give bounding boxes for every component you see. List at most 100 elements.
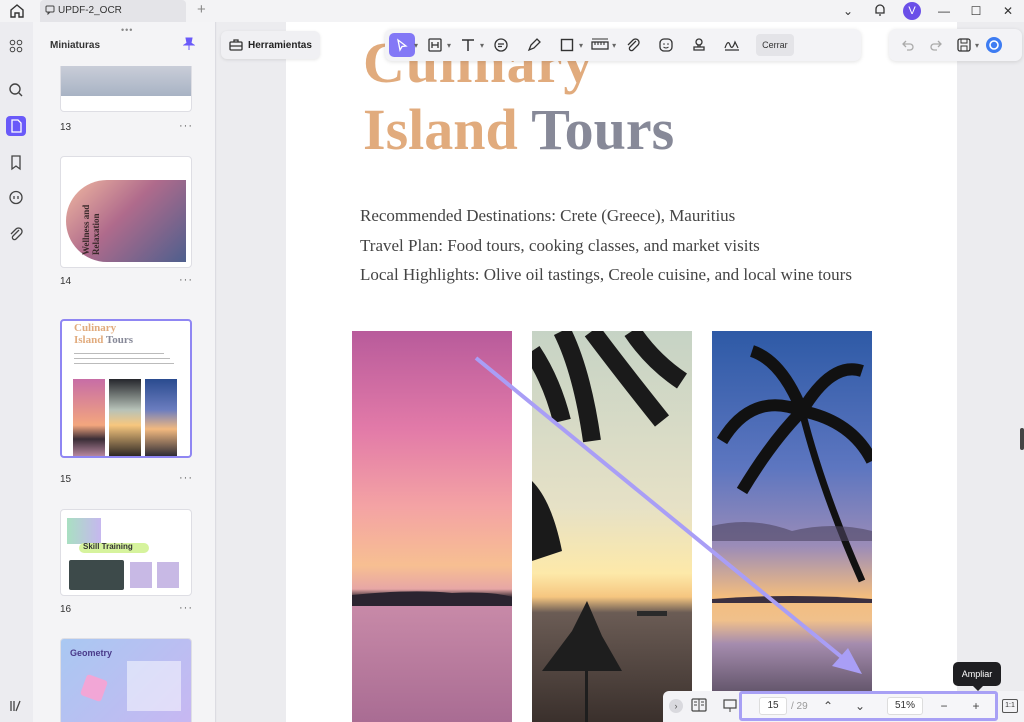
redo-icon[interactable]: [925, 34, 947, 56]
thumbnail-more-button[interactable]: ···: [179, 274, 193, 286]
shape-tool[interactable]: [554, 33, 580, 57]
layers-icon[interactable]: [6, 696, 26, 716]
drag-handle[interactable]: •••: [121, 25, 133, 35]
previous-page-icon[interactable]: ⌃: [817, 699, 839, 713]
chevron-down-icon[interactable]: ▾: [579, 41, 583, 50]
title-word-tours: Tours: [531, 97, 675, 162]
comment-tool[interactable]: [488, 33, 514, 57]
zoom-in-tooltip: Ampliar: [953, 662, 1001, 691]
measure-tool[interactable]: [587, 33, 613, 57]
presentation-icon[interactable]: [723, 699, 737, 718]
minimize-icon[interactable]: —: [928, 4, 960, 18]
thumbnail-shape: [79, 673, 109, 703]
comment-icon: [45, 5, 55, 15]
tab-title: UPDF-2_OCR: [58, 5, 122, 16]
title-word-island: Island: [363, 97, 518, 162]
avatar[interactable]: V: [903, 2, 921, 20]
left-rail: [0, 22, 33, 722]
home-icon[interactable]: [8, 2, 26, 20]
thumbnail-text-line: [74, 358, 170, 359]
thumbnail-image: [67, 518, 101, 544]
attachment-icon[interactable]: [6, 224, 26, 244]
maximize-icon[interactable]: ☐: [960, 4, 992, 18]
thumbnail-image: [157, 562, 179, 588]
document-tab[interactable]: UPDF-2_OCR: [40, 0, 186, 22]
window-controls: ⌄ V — ☐ ✕: [832, 0, 1024, 22]
page-layout-icon[interactable]: [691, 698, 707, 717]
ruler-icon: [591, 38, 609, 50]
close-icon[interactable]: ✕: [992, 4, 1024, 18]
thumbnail-page-number: 14: [60, 276, 72, 287]
chevron-down-icon[interactable]: ▾: [975, 41, 979, 50]
thumbnail-image: [109, 379, 141, 456]
annotation-toolbar: ▾ ▾ ▾ ▾ ▾ Cerrar: [385, 29, 861, 61]
highlight-tool[interactable]: [521, 33, 547, 57]
textbox-icon: [428, 38, 442, 52]
new-tab-button[interactable]: +: [197, 1, 206, 18]
toolbox-icon: [229, 39, 243, 51]
undo-icon[interactable]: [897, 34, 919, 56]
thumbnail-page-17[interactable]: Geometry: [60, 638, 192, 722]
thumbnail-page-13[interactable]: [60, 66, 192, 112]
sticker-icon: [659, 38, 673, 52]
zoom-in-button[interactable]: +: [965, 699, 987, 713]
page-number-input[interactable]: 15: [759, 697, 787, 715]
stamp-tool[interactable]: [686, 33, 712, 57]
tools-button[interactable]: Herramientas: [221, 31, 320, 59]
thumbnail-image: [61, 66, 191, 96]
thumbnail-text-line: [74, 363, 174, 364]
sticker-tool[interactable]: [653, 33, 679, 57]
thumbnail-more-button[interactable]: ···: [179, 472, 193, 484]
thumbnail-more-button[interactable]: ···: [179, 120, 193, 132]
destinations-line[interactable]: Recommended Destinations: Crete (Greece)…: [360, 206, 735, 226]
text-icon: [462, 39, 475, 51]
vertical-scrollbar[interactable]: [1020, 428, 1024, 450]
thumbnail-page-number: 16: [60, 604, 72, 615]
arrow-annotation[interactable]: [470, 350, 870, 680]
ai-assistant-icon[interactable]: [983, 34, 1005, 56]
zoom-level[interactable]: 51%: [887, 697, 923, 715]
close-toolbar-button[interactable]: Cerrar: [756, 34, 794, 56]
signature-tool[interactable]: [719, 33, 745, 57]
thumbnail-page-15[interactable]: Culinary Island Tours: [60, 319, 192, 458]
thumbnail-image: [130, 562, 152, 588]
chevron-down-icon[interactable]: ▾: [480, 41, 484, 50]
text-tool[interactable]: [455, 33, 481, 57]
zoom-out-button[interactable]: −: [933, 699, 955, 713]
comments-icon[interactable]: [6, 188, 26, 208]
chevron-right-icon[interactable]: ›: [669, 699, 683, 713]
actual-size-button[interactable]: 1:1: [1002, 699, 1018, 713]
thumbnail-title: Culinary: [74, 322, 117, 334]
apps-grid-icon[interactable]: [6, 36, 26, 56]
pin-icon[interactable]: [182, 37, 196, 54]
thumbnail-page-14[interactable]: Wellness and Relaxation: [60, 156, 192, 268]
search-icon[interactable]: [6, 80, 26, 100]
thumbnail-title: Island Tours: [74, 334, 134, 346]
comment-icon: [494, 38, 508, 52]
bell-icon[interactable]: [864, 3, 896, 20]
page-title-line-2[interactable]: Island Tours: [363, 100, 674, 160]
chevron-down-icon[interactable]: ⌄: [832, 4, 864, 18]
select-tool[interactable]: [389, 33, 415, 57]
thumbnail-more-button[interactable]: ···: [179, 602, 193, 614]
next-page-icon[interactable]: ⌄: [849, 699, 871, 713]
thumbnail-image: [69, 560, 124, 590]
thumbnail-page-16[interactable]: Skill Training: [60, 509, 192, 596]
page-zoom-controls: 15 / 29 ⌃ ⌄ 51% − +: [739, 691, 998, 721]
pen-icon: [527, 38, 541, 52]
chevron-down-icon[interactable]: ▾: [414, 41, 418, 50]
chevron-down-icon[interactable]: ▾: [447, 41, 451, 50]
stamp-icon: [693, 38, 705, 51]
bookmark-icon[interactable]: [6, 153, 26, 173]
travel-plan-line[interactable]: Travel Plan: Food tours, cooking classes…: [360, 236, 760, 256]
thumbnails-panel: ••• Miniaturas 13 ··· Wellness and Relax…: [33, 22, 216, 722]
textbox-tool[interactable]: [422, 33, 448, 57]
thumbnail-image: [73, 379, 105, 456]
signature-icon: [724, 40, 740, 51]
attach-tool[interactable]: [620, 33, 646, 57]
thumbnails-icon[interactable]: [6, 116, 26, 136]
attachment-icon: [627, 38, 640, 52]
chevron-down-icon[interactable]: ▾: [612, 41, 616, 50]
save-icon[interactable]: [953, 34, 975, 56]
highlights-line[interactable]: Local Highlights: Olive oil tastings, Cr…: [360, 265, 852, 285]
